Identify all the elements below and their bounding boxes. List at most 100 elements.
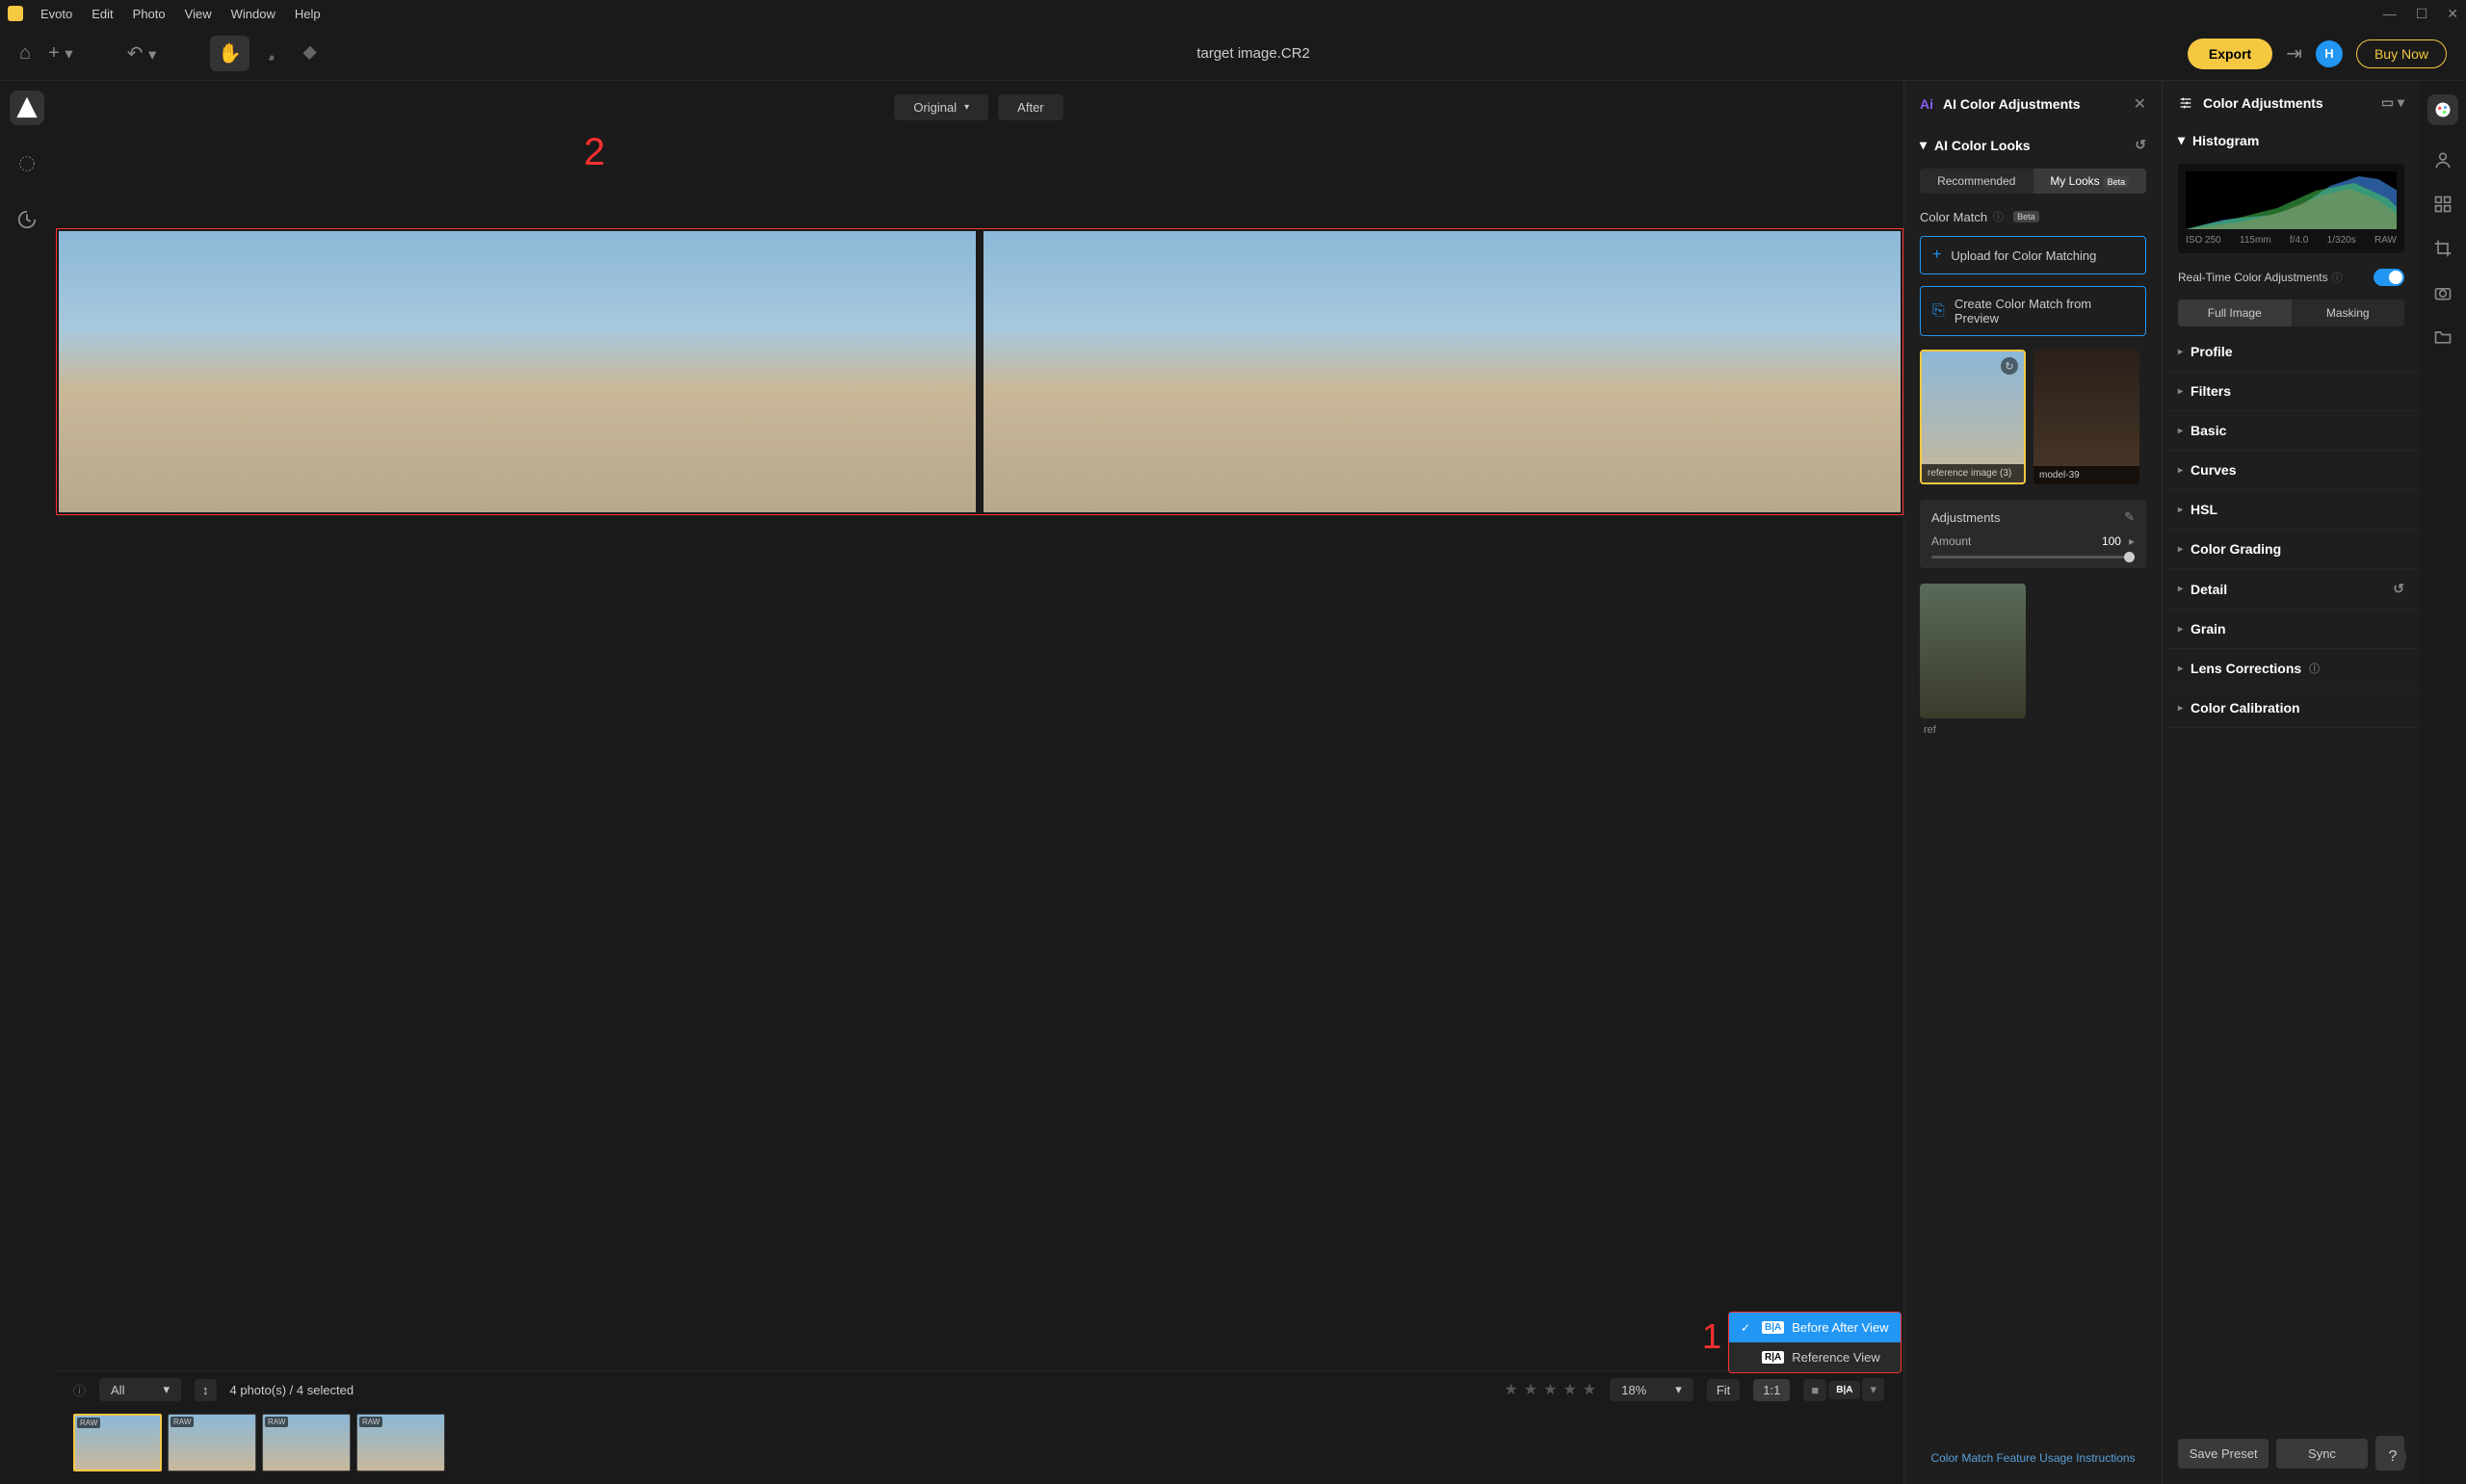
chevron-down-icon[interactable]: ▾	[2178, 132, 2185, 148]
info-lens-icon[interactable]: ⓘ	[2309, 661, 2320, 676]
portrait-icon[interactable]	[2433, 150, 2453, 169]
color-grading-section[interactable]: ▸Color Grading	[2163, 530, 2420, 569]
compare-view-icon[interactable]: B|A	[1828, 1381, 1860, 1399]
menu-photo[interactable]: Photo	[123, 7, 175, 21]
add-icon[interactable]: + ▾	[48, 42, 73, 65]
basic-section[interactable]: ▸Basic	[2163, 411, 2420, 451]
before-after-view-option[interactable]: ✓ B|A Before After View	[1729, 1313, 1901, 1342]
grain-section[interactable]: ▸Grain	[2163, 610, 2420, 649]
detail-section[interactable]: ▸Detail↺	[2163, 569, 2420, 610]
thumbnail-2[interactable]: RAW	[168, 1414, 256, 1471]
filter-dropdown[interactable]: All▾	[99, 1378, 181, 1401]
ba-icon: B|A	[1762, 1321, 1784, 1334]
maximize-icon[interactable]: ☐	[2416, 6, 2428, 22]
my-looks-tab[interactable]: My LooksBeta	[2033, 169, 2147, 194]
color-palette-icon[interactable]	[2427, 94, 2458, 125]
thumbnail-4[interactable]: RAW	[356, 1414, 445, 1471]
export-settings-icon[interactable]: ⇥	[2286, 41, 2302, 65]
full-image-tab[interactable]: Full Image	[2178, 299, 2292, 326]
help-button[interactable]: ?	[2379, 1444, 2406, 1471]
thumbnail-1[interactable]: RAW	[73, 1414, 162, 1471]
hand-tool-icon[interactable]: ✋	[210, 36, 249, 71]
original-image	[59, 231, 976, 512]
star-4[interactable]: ★	[1563, 1380, 1577, 1399]
after-tab[interactable]: After	[998, 94, 1062, 120]
refresh-look-icon[interactable]: ↻	[2001, 357, 2018, 375]
amount-label: Amount	[1931, 534, 2094, 548]
create-color-match-button[interactable]: ⎘ Create Color Match from Preview	[1920, 286, 2146, 336]
actual-size-button[interactable]: 1:1	[1753, 1379, 1790, 1401]
folder-icon[interactable]	[2433, 327, 2453, 347]
instructions-link[interactable]: Color Match Feature Usage Instructions	[1904, 1432, 2162, 1484]
undo-icon[interactable]: ↶ ▾	[127, 41, 157, 65]
panel-layout-icon[interactable]: ▭ ▾	[2381, 94, 2404, 111]
look-model-39[interactable]: model-39	[2033, 350, 2139, 484]
thumbnail-3[interactable]: RAW	[262, 1414, 351, 1471]
reset-looks-icon[interactable]: ↺	[2135, 137, 2146, 153]
sync-button[interactable]: Sync	[2276, 1439, 2367, 1469]
star-3[interactable]: ★	[1543, 1380, 1557, 1399]
menu-edit[interactable]: Edit	[82, 7, 122, 21]
minimize-icon[interactable]: —	[2383, 6, 2397, 22]
info-small-icon[interactable]: ⓘ	[1993, 209, 2004, 224]
photo-count-label: 4 photo(s) / 4 selected	[230, 1383, 354, 1397]
crop-icon[interactable]	[2433, 239, 2453, 258]
histogram-header[interactable]: Histogram	[2192, 133, 2259, 148]
upload-color-match-button[interactable]: + Upload for Color Matching	[1920, 236, 2146, 274]
masking-tab[interactable]: Masking	[2292, 299, 2405, 326]
buy-button[interactable]: Buy Now	[2356, 39, 2447, 68]
star-rating[interactable]: ★ ★ ★ ★ ★	[1505, 1380, 1597, 1399]
info-icon[interactable]: ⓘ	[73, 1381, 86, 1399]
menu-app[interactable]: Evoto	[31, 7, 82, 21]
tag-tool-icon[interactable]	[302, 45, 319, 63]
preview-icon: ⎘	[1932, 302, 1945, 320]
star-1[interactable]: ★	[1505, 1380, 1518, 1399]
view-mode-dropdown[interactable]: ▾	[1862, 1378, 1884, 1401]
sort-button[interactable]: ↕	[195, 1379, 217, 1401]
chevron-down-icon[interactable]: ▾	[1920, 137, 1927, 153]
compare-viewport[interactable]	[56, 228, 1903, 515]
info-rt-icon[interactable]: ⓘ	[2332, 270, 2343, 285]
hsl-section[interactable]: ▸HSL	[2163, 490, 2420, 530]
reference-view-option[interactable]: R|A Reference View	[1729, 1342, 1901, 1372]
color-calibration-section[interactable]: ▸Color Calibration	[2163, 689, 2420, 728]
check-icon: ✓	[1741, 1321, 1754, 1335]
ref-thumbnail[interactable]: ref	[1920, 584, 2026, 718]
menu-help[interactable]: Help	[285, 7, 330, 21]
close-ai-panel-icon[interactable]: ✕	[2134, 94, 2146, 114]
home-icon[interactable]: ⌂	[19, 42, 31, 65]
original-tab[interactable]: Original▾	[894, 94, 988, 120]
camera-icon[interactable]	[2433, 283, 2453, 302]
history-tool-icon[interactable]	[10, 202, 44, 237]
recommended-tab[interactable]: Recommended	[1920, 169, 2033, 194]
adjust-tool-icon[interactable]	[10, 91, 44, 125]
format-label: RAW	[2374, 235, 2397, 246]
look-reference-image[interactable]: ↻ reference image (3)	[1920, 350, 2026, 484]
star-2[interactable]: ★	[1524, 1380, 1537, 1399]
iso-label: ISO 250	[2186, 235, 2221, 246]
export-button[interactable]: Export	[2188, 39, 2272, 69]
zoom-dropdown[interactable]: 18%▾	[1610, 1378, 1693, 1401]
menu-view[interactable]: View	[175, 7, 222, 21]
reset-detail-icon[interactable]: ↺	[2393, 581, 2404, 597]
menu-window[interactable]: Window	[222, 7, 285, 21]
star-5[interactable]: ★	[1583, 1380, 1596, 1399]
filters-section[interactable]: ▸Filters	[2163, 372, 2420, 411]
lens-corrections-section[interactable]: ▸Lens Correctionsⓘ	[2163, 649, 2420, 689]
profile-section[interactable]: ▸Profile	[2163, 332, 2420, 372]
close-window-icon[interactable]: ✕	[2447, 6, 2458, 22]
user-avatar[interactable]: H	[2316, 40, 2343, 67]
realtime-toggle[interactable]	[2374, 269, 2404, 286]
ai-color-looks-header[interactable]: AI Color Looks	[1934, 138, 2031, 153]
fit-button[interactable]: Fit	[1707, 1379, 1740, 1401]
single-view-icon[interactable]: ■	[1803, 1379, 1826, 1401]
filename-label: target image.CR2	[319, 45, 2188, 62]
effects-tool-icon[interactable]	[10, 146, 44, 181]
play-icon[interactable]: ▸	[2129, 534, 2135, 548]
curves-section[interactable]: ▸Curves	[2163, 451, 2420, 490]
grid-icon[interactable]	[2433, 195, 2453, 214]
brush-tool-icon[interactable]	[267, 45, 284, 63]
save-preset-button[interactable]: Save Preset	[2178, 1439, 2269, 1469]
amount-slider[interactable]	[1931, 556, 2135, 559]
edit-adjustments-icon[interactable]: ✎	[2124, 509, 2135, 525]
